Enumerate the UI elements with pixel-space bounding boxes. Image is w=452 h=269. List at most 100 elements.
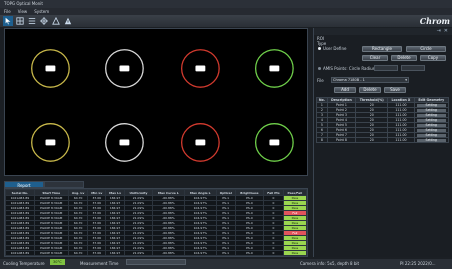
- add-button[interactable]: Add: [334, 87, 356, 93]
- file-label: File: [317, 78, 324, 83]
- roi-cell: 8: [316, 137, 328, 143]
- report-cell: PS-1: [215, 250, 236, 256]
- menu-system[interactable]: System: [34, 8, 49, 15]
- setting-label: Setting: [416, 123, 446, 127]
- delete-file-button[interactable]: Delete: [359, 87, 381, 93]
- roi-header-location: Location X: [387, 97, 415, 103]
- tool-pointer-button[interactable]: [3, 16, 13, 26]
- spot-8[interactable]: [254, 123, 294, 162]
- panel-header: ⇥ ✕: [314, 28, 452, 35]
- tab-report[interactable]: Report: [4, 181, 44, 188]
- report-table-container: Serial No. Start Time Avg. Lv Min Lv Max Lv U…: [4, 188, 308, 257]
- spot-5[interactable]: [31, 123, 70, 162]
- report-row[interactable]: 1021AB3-89 PG00E 8:30AM 64.70 37.06 184.97 21…: [5, 250, 307, 256]
- title-bar: TOPG Optical Monit: [0, 0, 452, 8]
- amis-label: AMIS Points: Circle Radius: [323, 66, 375, 71]
- measure-icon: [52, 17, 60, 25]
- setting-label: Setting: [416, 103, 446, 107]
- tool-list-button[interactable]: [27, 16, 37, 26]
- report-cell: -60.88%: [151, 250, 185, 256]
- menu-file[interactable]: File: [4, 8, 11, 15]
- roi-header-threshold: Threshold(%): [355, 97, 389, 103]
- roi-row[interactable]: 8 Point 8 20 111.00 Setting: [316, 137, 450, 143]
- rectangle-button[interactable]: Rectangle: [362, 46, 402, 52]
- spot-4[interactable]: [254, 49, 294, 88]
- setting-button[interactable]: Setting: [413, 137, 450, 143]
- image-viewer[interactable]: [4, 28, 308, 176]
- amis-radio[interactable]: [318, 67, 321, 70]
- toolbar: Chrom: [0, 15, 452, 27]
- spot-3[interactable]: [181, 49, 220, 88]
- report-cell: 1021AB3-89: [5, 250, 35, 256]
- crosshair-icon: [40, 17, 48, 25]
- user-define-label: User Define: [323, 46, 347, 51]
- pin-icon[interactable]: ⇥: [437, 28, 441, 35]
- tool-grid-button[interactable]: [15, 16, 25, 26]
- datetime: PI 22:25 2022/0...: [400, 261, 436, 266]
- report-tabs: Report: [4, 181, 84, 188]
- spot-6[interactable]: [105, 123, 144, 162]
- roi-cell: 111.00: [387, 137, 415, 143]
- spot-1[interactable]: [31, 49, 70, 88]
- roi-table: No. Description Threshold(%) Location X …: [316, 97, 450, 143]
- roi-panel: ⇥ ✕ ROI Type User Define Rectangle Circl…: [313, 28, 452, 257]
- status-bar: Cooling Temperature 30°C Measurement Tim…: [0, 259, 452, 269]
- light-spot: [45, 65, 56, 72]
- roi-header-description: Description: [326, 97, 357, 103]
- light-spot: [269, 139, 280, 146]
- tool-warning-button[interactable]: [63, 16, 73, 26]
- save-button[interactable]: Save: [384, 87, 406, 93]
- report-cell: 21.09%: [124, 250, 153, 256]
- menu-bar: File View System: [0, 8, 452, 15]
- light-spot: [195, 65, 206, 72]
- pass-fail-badge: Pass: [282, 250, 307, 256]
- brand-logo: Chrom: [419, 16, 450, 26]
- report-cell: 37.06: [87, 250, 107, 256]
- report-cell: PS-0: [234, 250, 265, 256]
- file-select-value: Chroma 7180B - 1: [333, 78, 365, 82]
- report-table: Serial No. Start Time Avg. Lv Min Lv Max Lv U…: [5, 189, 307, 256]
- report-cell: PG00E 8:30AM: [33, 250, 69, 256]
- setting-label: Setting: [416, 133, 446, 137]
- setting-label: Setting: [416, 113, 446, 117]
- report-cell: 184.97: [105, 250, 126, 256]
- cooling-label: Cooling Temperature: [3, 261, 45, 266]
- copy-button[interactable]: Copy: [420, 55, 446, 61]
- radius-input[interactable]: [374, 65, 398, 71]
- report-cell: 104.97%: [183, 250, 217, 256]
- spot-2[interactable]: [105, 49, 144, 88]
- setting-label: Setting: [416, 138, 446, 142]
- cooling-value: 30°C: [50, 259, 65, 265]
- menu-view[interactable]: View: [18, 8, 28, 15]
- warning-icon: [64, 17, 72, 25]
- delete-button[interactable]: Delete: [391, 55, 417, 61]
- setting-label: Setting: [416, 108, 446, 112]
- circle-button[interactable]: Circle: [406, 46, 446, 52]
- report-cell: 0: [263, 250, 284, 256]
- setting-label: Setting: [416, 118, 446, 122]
- list-icon: [28, 18, 36, 24]
- close-icon[interactable]: ✕: [444, 28, 448, 35]
- tool-crosshair-button[interactable]: [39, 16, 49, 26]
- clear-button[interactable]: Clear: [362, 55, 388, 61]
- light-spot: [119, 139, 130, 146]
- roi-header-edit: Edit Geometry: [413, 97, 450, 103]
- tab-secondary[interactable]: [44, 181, 84, 188]
- grid-icon: [16, 17, 24, 25]
- light-spot: [269, 65, 280, 72]
- setting-label: Setting: [416, 128, 446, 132]
- user-define-radio[interactable]: [318, 47, 321, 50]
- light-spot: [45, 139, 56, 146]
- points-input[interactable]: [401, 65, 425, 71]
- spot-7[interactable]: [181, 123, 220, 162]
- pointer-icon: [5, 17, 11, 25]
- camera-info: Camera info: 5x5, depth 8 bit: [300, 261, 360, 266]
- file-select[interactable]: Chroma 7180B - 1 ▾: [331, 77, 409, 83]
- light-spot: [119, 65, 130, 72]
- measure-label: Measurement Time: [80, 261, 119, 266]
- report-cell: 64.70: [67, 250, 89, 256]
- tool-measure-button[interactable]: [51, 16, 61, 26]
- measure-progress: [126, 259, 186, 265]
- chevron-down-icon: ▾: [405, 78, 407, 82]
- roi-cell: Point 8: [326, 137, 357, 143]
